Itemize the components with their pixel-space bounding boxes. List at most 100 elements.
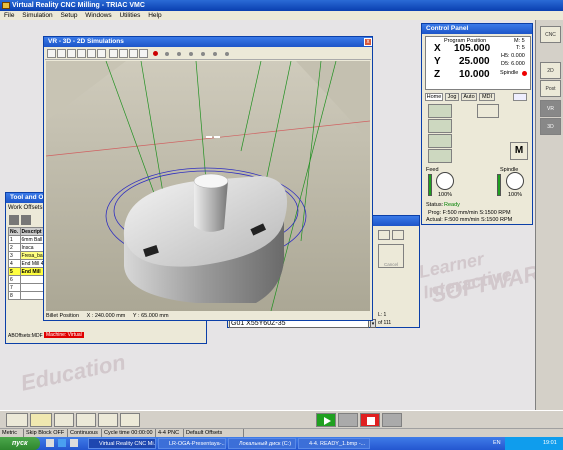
- status-label: Status:: [426, 202, 444, 208]
- language-indicator[interactable]: EN: [493, 437, 501, 450]
- cnc-tool-button[interactable]: CNC: [540, 26, 561, 43]
- spindle-override-knob[interactable]: [506, 172, 524, 190]
- feed-override-knob[interactable]: [436, 172, 454, 190]
- spindle-percent: 100%: [508, 192, 523, 198]
- step-button[interactable]: [382, 413, 402, 427]
- task-local-disk[interactable]: Локальный диск (C:): [228, 438, 296, 449]
- tb-icon-5[interactable]: [87, 49, 96, 58]
- tb-icon-6[interactable]: [97, 49, 106, 58]
- record-icon[interactable]: [153, 51, 158, 56]
- table-row[interactable]: 3 Fresa_ba: [8, 251, 49, 260]
- panel-icon-button[interactable]: [513, 93, 527, 101]
- row-no: 8: [8, 291, 21, 300]
- 3d-label: 3D: [547, 124, 554, 130]
- table-row[interactable]: 5 End Mill: [8, 267, 49, 276]
- axis-z-value: 10.000: [459, 69, 490, 80]
- table-row[interactable]: 1 6mm Ball: [8, 235, 49, 244]
- menu-help[interactable]: Help: [148, 12, 161, 19]
- clock: 19:01: [543, 440, 557, 446]
- tb-icon-10[interactable]: [139, 49, 148, 58]
- menu-setup[interactable]: Setup: [60, 12, 77, 19]
- 2d-label: 2D: [547, 68, 554, 74]
- work-offsets-tab[interactable]: Work Offsets: [8, 205, 42, 211]
- abs-offsets-label: ABOffsets:MDF: [8, 333, 43, 339]
- tool-table-header: No. Descript: [8, 227, 49, 236]
- m-code: M: 5: [514, 38, 525, 44]
- dot-icon-2[interactable]: [177, 52, 181, 56]
- system-tray: 19:01: [505, 437, 563, 450]
- home-x-button[interactable]: [428, 119, 452, 133]
- home-y-button[interactable]: [428, 134, 452, 148]
- tool-icon-1[interactable]: [9, 215, 19, 225]
- home-all-button[interactable]: [428, 104, 452, 118]
- actual-feed-line: Actual: F:500 mm/min S:1500 RPM: [426, 217, 513, 223]
- table-row[interactable]: 6: [8, 275, 49, 284]
- tb-icon-1[interactable]: [47, 49, 56, 58]
- vr-close-button[interactable]: x: [364, 38, 372, 46]
- tb-icon-3[interactable]: [67, 49, 76, 58]
- reset-button[interactable]: [120, 413, 140, 427]
- stop-icon: [367, 417, 375, 425]
- tab-mdi[interactable]: MDI: [479, 93, 495, 101]
- m-code-button[interactable]: M: [510, 142, 528, 160]
- menu-simulation[interactable]: Simulation: [22, 12, 52, 19]
- play-button[interactable]: [316, 413, 336, 427]
- help-button[interactable]: [6, 413, 28, 427]
- app-icon: [2, 2, 10, 9]
- mode-button[interactable]: [98, 413, 118, 427]
- hand-tool-button[interactable]: [30, 413, 52, 427]
- home-z-button[interactable]: [428, 149, 452, 163]
- quicklaunch-icon-3[interactable]: [70, 439, 78, 447]
- post-button[interactable]: Post: [540, 80, 561, 97]
- start-button[interactable]: пуск: [0, 437, 40, 450]
- quicklaunch-icon-1[interactable]: [46, 439, 54, 447]
- menu-utilities[interactable]: Utilities: [119, 12, 140, 19]
- mdi-icon-button-1[interactable]: [378, 230, 390, 240]
- dot-icon-4[interactable]: [201, 52, 205, 56]
- tb-icon-2[interactable]: [57, 49, 66, 58]
- tb-icon-4[interactable]: [77, 49, 86, 58]
- row-no: 7: [8, 283, 21, 292]
- table-row[interactable]: 4 End Mill 4: [8, 259, 49, 268]
- tb-icon-9[interactable]: [129, 49, 138, 58]
- tb-icon-8[interactable]: [119, 49, 128, 58]
- menu-file[interactable]: File: [4, 12, 14, 19]
- cancel-button[interactable]: Cancel: [378, 244, 404, 268]
- continuous-button[interactable]: [76, 413, 96, 427]
- dot-icon-5[interactable]: [213, 52, 217, 56]
- table-row[interactable]: 7: [8, 283, 49, 292]
- menu-windows[interactable]: Windows: [85, 12, 111, 19]
- 3d-button[interactable]: 3D: [540, 118, 561, 135]
- control-panel: Control Panel Program Position M: 5 T: 5…: [421, 23, 533, 225]
- task-vr-cnc[interactable]: Virtual Reality CNC Mi...: [88, 438, 156, 449]
- 3d-viewport[interactable]: [46, 61, 370, 311]
- tab-auto[interactable]: Auto: [461, 93, 477, 101]
- stop-button[interactable]: [360, 413, 380, 427]
- dot-icon-3[interactable]: [189, 52, 193, 56]
- task-presentation[interactable]: LR-OGA-Presentaya-...: [158, 438, 226, 449]
- quicklaunch-icon-2[interactable]: [58, 439, 66, 447]
- tool-icon-2[interactable]: [21, 215, 31, 225]
- post-label: Post: [545, 86, 556, 92]
- axis-y-name: Y: [434, 56, 441, 67]
- skip-block-button[interactable]: [54, 413, 74, 427]
- row-no: 4: [8, 259, 21, 268]
- vr-button[interactable]: VR: [540, 100, 561, 117]
- m-button-label: M: [514, 145, 524, 156]
- feed-bar: [428, 174, 432, 196]
- tool-change-button[interactable]: [477, 104, 499, 118]
- axis-x-value: 105.000: [454, 43, 491, 54]
- tab-jog[interactable]: Jog: [445, 93, 459, 101]
- dot-icon-1[interactable]: [165, 52, 169, 56]
- table-row[interactable]: 2 Insca: [8, 243, 49, 252]
- pause-button[interactable]: [338, 413, 358, 427]
- task-bmp-file[interactable]: 4-4. READY_1.bmp -...: [298, 438, 370, 449]
- marker-2: [214, 136, 220, 138]
- prog-feed-line: Prog: F:500 mm/min S:1500 RPM: [428, 210, 511, 216]
- tab-home[interactable]: Home: [425, 93, 443, 101]
- dot-icon-6[interactable]: [225, 52, 229, 56]
- mdi-icon-button-2[interactable]: [392, 230, 404, 240]
- table-row[interactable]: 8: [8, 291, 49, 300]
- tb-icon-7[interactable]: [109, 49, 118, 58]
- 2d-view-button[interactable]: 2D: [540, 62, 561, 79]
